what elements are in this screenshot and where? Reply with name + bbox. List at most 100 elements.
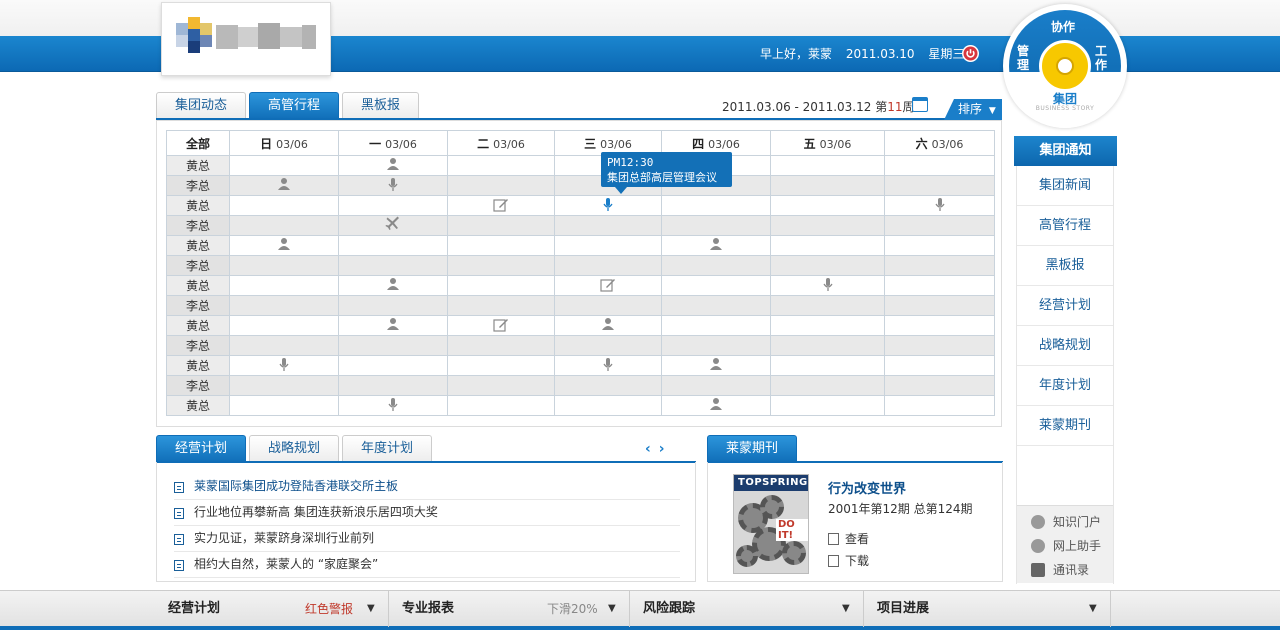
executive-name[interactable]: 黄总 xyxy=(166,315,230,336)
schedule-cell[interactable] xyxy=(661,215,771,236)
microphone-icon[interactable] xyxy=(278,357,290,375)
sidebar-item[interactable]: 集团新闻 xyxy=(1017,166,1113,206)
person-icon[interactable] xyxy=(709,237,723,254)
schedule-cell[interactable] xyxy=(770,315,885,336)
tab-plan-1[interactable]: 战略规划 xyxy=(249,435,340,463)
tab-schedule-0[interactable]: 集团动态 xyxy=(156,92,247,120)
person-icon[interactable] xyxy=(277,177,291,194)
sidebar-item[interactable]: 高管行程 xyxy=(1017,206,1113,246)
schedule-cell[interactable] xyxy=(338,255,448,276)
schedule-cell[interactable] xyxy=(229,375,339,396)
executive-name[interactable]: 黄总 xyxy=(166,155,230,176)
executive-name[interactable]: 黄总 xyxy=(166,355,230,376)
day-header[interactable]: 日 03/06 xyxy=(229,130,339,156)
schedule-cell[interactable] xyxy=(661,395,771,416)
executive-name[interactable]: 李总 xyxy=(166,295,230,316)
chevron-right-icon[interactable]: › xyxy=(659,441,673,457)
sidebar-item[interactable]: 集团通知 xyxy=(1014,136,1117,166)
schedule-cell[interactable] xyxy=(884,175,995,196)
day-header[interactable]: 五 03/06 xyxy=(770,130,885,156)
schedule-cell[interactable] xyxy=(447,195,555,216)
schedule-cell[interactable] xyxy=(229,255,339,276)
microphone-icon[interactable] xyxy=(387,177,399,195)
tab-schedule-1[interactable]: 高管行程 xyxy=(249,92,340,120)
sidebar-item[interactable]: 黑板报 xyxy=(1017,246,1113,286)
schedule-cell[interactable] xyxy=(884,355,995,376)
schedule-cell[interactable] xyxy=(661,335,771,356)
schedule-cell[interactable] xyxy=(770,275,885,296)
sidebar-item[interactable]: 莱蒙期刊 xyxy=(1017,406,1113,446)
schedule-cell[interactable] xyxy=(884,315,995,336)
schedule-cell[interactable] xyxy=(338,195,448,216)
list-item[interactable]: 莱蒙国际集团成功登陆香港联交所主板 xyxy=(174,474,680,500)
company-logo[interactable] xyxy=(161,2,331,76)
schedule-cell[interactable] xyxy=(661,235,771,256)
schedule-cell[interactable] xyxy=(447,235,555,256)
tab-plan-2[interactable]: 年度计划 xyxy=(342,435,433,463)
edit-icon[interactable] xyxy=(600,277,616,295)
schedule-cell[interactable] xyxy=(229,195,339,216)
microphone-icon[interactable] xyxy=(602,197,614,215)
schedule-cell[interactable] xyxy=(770,355,885,376)
schedule-cell[interactable] xyxy=(554,335,662,356)
schedule-cell[interactable] xyxy=(554,295,662,316)
schedule-cell[interactable] xyxy=(770,215,885,236)
executive-name[interactable]: 黄总 xyxy=(166,275,230,296)
executive-name[interactable]: 李总 xyxy=(166,335,230,356)
schedule-cell[interactable] xyxy=(554,355,662,376)
knowledge-portal-link[interactable]: 知识门户 xyxy=(1031,513,1101,530)
sidebar-item[interactable]: 经营计划 xyxy=(1017,286,1113,326)
schedule-cell[interactable] xyxy=(661,355,771,376)
microphone-icon[interactable] xyxy=(822,277,834,295)
schedule-cell[interactable] xyxy=(447,355,555,376)
schedule-cell[interactable] xyxy=(884,275,995,296)
schedule-cell[interactable] xyxy=(338,275,448,296)
download-link[interactable]: 下载 xyxy=(828,552,869,569)
executive-name[interactable]: 李总 xyxy=(166,175,230,196)
executive-name[interactable]: 李总 xyxy=(166,215,230,236)
status-dropdown[interactable]: 风险跟踪 ▼ xyxy=(630,591,864,627)
schedule-cell[interactable] xyxy=(884,235,995,256)
person-icon[interactable] xyxy=(601,317,615,334)
schedule-cell[interactable] xyxy=(447,275,555,296)
schedule-cell[interactable] xyxy=(229,175,339,196)
schedule-cell[interactable] xyxy=(229,295,339,316)
schedule-cell[interactable] xyxy=(447,215,555,236)
schedule-cell[interactable] xyxy=(338,315,448,336)
sort-button[interactable]: 排序 ▼ xyxy=(944,99,1002,120)
microphone-icon[interactable] xyxy=(934,197,946,215)
schedule-cell[interactable] xyxy=(884,295,995,316)
executive-name[interactable]: 李总 xyxy=(166,255,230,276)
executive-name[interactable]: 黄总 xyxy=(166,395,230,416)
schedule-cell[interactable] xyxy=(447,295,555,316)
schedule-cell[interactable] xyxy=(229,315,339,336)
schedule-cell[interactable] xyxy=(661,295,771,316)
person-icon[interactable] xyxy=(386,157,400,174)
person-icon[interactable] xyxy=(709,397,723,414)
chevron-left-icon[interactable]: ‹ xyxy=(645,441,659,457)
schedule-cell[interactable] xyxy=(447,175,555,196)
schedule-cell[interactable] xyxy=(229,335,339,356)
schedule-cell[interactable] xyxy=(884,255,995,276)
schedule-cell[interactable] xyxy=(447,375,555,396)
schedule-cell[interactable] xyxy=(229,155,339,176)
schedule-cell[interactable] xyxy=(554,215,662,236)
person-icon[interactable] xyxy=(709,357,723,374)
schedule-cell[interactable] xyxy=(338,235,448,256)
schedule-cell[interactable] xyxy=(338,395,448,416)
calendar-icon[interactable] xyxy=(912,97,928,112)
magazine-cover[interactable]: TOPSPRING DO IT! xyxy=(733,474,809,574)
schedule-cell[interactable] xyxy=(884,335,995,356)
list-item[interactable]: 相约大自然，莱蒙人的 “家庭聚会” xyxy=(174,552,680,578)
schedule-cell[interactable] xyxy=(661,375,771,396)
schedule-cell[interactable] xyxy=(554,275,662,296)
schedule-cell[interactable] xyxy=(229,215,339,236)
schedule-cell[interactable] xyxy=(770,395,885,416)
list-item[interactable]: 行业地位再攀新高 集团连获新浪乐居四项大奖 xyxy=(174,500,680,526)
schedule-cell[interactable] xyxy=(661,195,771,216)
magazine-title[interactable]: 行为改变世界 xyxy=(828,478,906,497)
tab-magazine[interactable]: 莱蒙期刊 xyxy=(707,435,798,463)
schedule-cell[interactable] xyxy=(229,395,339,416)
schedule-cell[interactable] xyxy=(770,155,885,176)
status-dropdown[interactable]: 经营计划 红色警报 ▼ xyxy=(155,591,389,627)
